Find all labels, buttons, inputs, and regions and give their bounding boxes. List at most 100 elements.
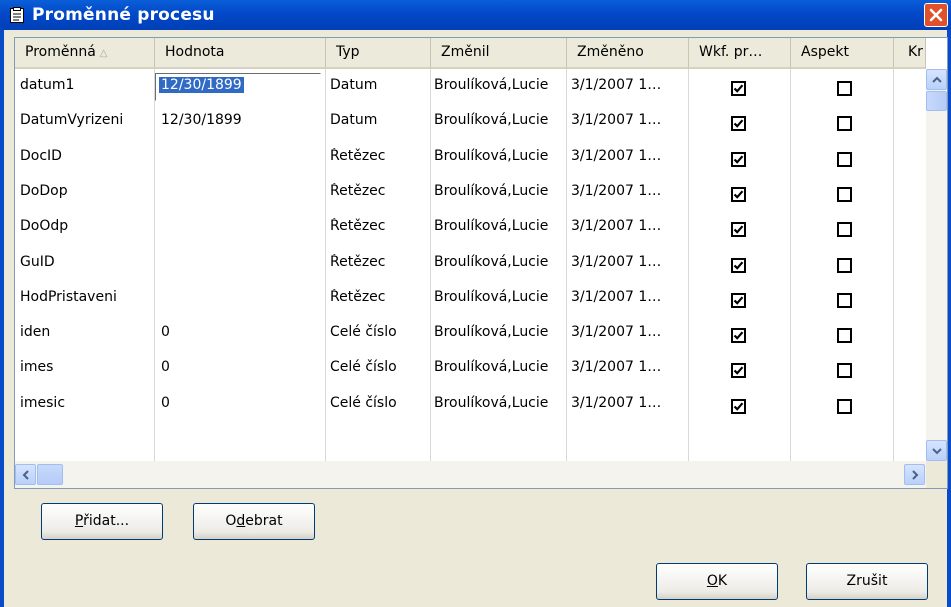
cell-type[interactable]: Řetězec [330, 289, 385, 305]
checkbox-aspect[interactable] [837, 399, 852, 414]
cell-changed-by[interactable]: Broulíková,Lucie [434, 112, 548, 128]
checkbox-workflow[interactable] [731, 152, 746, 167]
cell-type[interactable]: Řetězec [330, 254, 385, 270]
checkbox-workflow[interactable] [731, 293, 746, 308]
checkbox-workflow[interactable] [731, 187, 746, 202]
cell-type[interactable]: Řetězec [330, 218, 385, 234]
cell-value[interactable]: 12/30/1899 [161, 112, 242, 128]
cell-variable-name[interactable]: DocID [20, 148, 62, 164]
cell-variable-name[interactable]: DatumVyrizeni [20, 112, 123, 128]
checkbox-workflow[interactable] [731, 258, 746, 273]
cell-type[interactable]: Celé číslo [330, 359, 397, 375]
checkmark-icon [733, 366, 744, 375]
cell-value[interactable]: 0 [161, 359, 170, 375]
checkbox-aspect[interactable] [837, 81, 852, 96]
grid-line [154, 69, 155, 461]
cell-type[interactable]: Datum [330, 112, 377, 128]
add-button[interactable]: Přidat... [41, 503, 163, 540]
checkbox-aspect[interactable] [837, 116, 852, 131]
cell-changed-by[interactable]: Broulíková,Lucie [434, 324, 548, 340]
cell-variable-name[interactable]: iden [20, 324, 50, 340]
checkbox-workflow[interactable] [731, 222, 746, 237]
cell-changed[interactable]: 3/1/2007 1… [571, 77, 661, 93]
column-header-changed[interactable]: Změněno [567, 38, 689, 69]
checkbox-aspect[interactable] [837, 258, 852, 273]
vertical-scrollbar[interactable] [926, 69, 947, 461]
cell-type[interactable]: Celé číslo [330, 395, 397, 411]
remove-button[interactable]: Odebrat [193, 503, 315, 540]
column-header-aspect[interactable]: Aspekt [791, 38, 894, 69]
grid-line [790, 69, 791, 461]
cell-changed[interactable]: 3/1/2007 1… [571, 183, 661, 199]
cancel-button[interactable]: Zrušit [806, 563, 928, 600]
checkbox-workflow[interactable] [731, 116, 746, 131]
cell-type[interactable]: Řetězec [330, 183, 385, 199]
checkbox-workflow[interactable] [731, 399, 746, 414]
close-button[interactable] [924, 3, 948, 27]
scroll-right-button[interactable] [904, 464, 925, 485]
cell-changed-by[interactable]: Broulíková,Lucie [434, 254, 548, 270]
clipboard-icon [10, 7, 24, 23]
column-header-value[interactable]: Hodnota [155, 38, 326, 69]
checkmark-icon [733, 190, 744, 199]
cell-changed-by[interactable]: Broulíková,Lucie [434, 289, 548, 305]
checkbox-aspect[interactable] [837, 328, 852, 343]
cell-value[interactable]: 0 [161, 395, 170, 411]
cell-changed[interactable]: 3/1/2007 1… [571, 112, 661, 128]
cell-changed[interactable]: 3/1/2007 1… [571, 218, 661, 234]
title-bar[interactable]: Proměnné procesu [0, 0, 951, 30]
checkbox-workflow[interactable] [731, 81, 746, 96]
column-header-changed-by[interactable]: Změnil [431, 38, 567, 69]
cell-variable-name[interactable]: datum1 [20, 77, 74, 93]
cell-changed-by[interactable]: Broulíková,Lucie [434, 77, 548, 93]
cell-changed[interactable]: 3/1/2007 1… [571, 359, 661, 375]
cell-value[interactable]: 0 [161, 324, 170, 340]
cell-changed-by[interactable]: Broulíková,Lucie [434, 218, 548, 234]
chevron-left-icon [22, 470, 29, 480]
checkbox-workflow[interactable] [731, 328, 746, 343]
cell-value[interactable]: 12/30/1899 [159, 77, 244, 93]
cell-variable-name[interactable]: GuID [20, 254, 55, 270]
checkbox-aspect[interactable] [837, 152, 852, 167]
cell-changed[interactable]: 3/1/2007 1… [571, 395, 661, 411]
scroll-down-button[interactable] [926, 440, 947, 461]
checkmark-icon [733, 225, 744, 234]
variables-grid[interactable]: Proměnná △ Hodnota Typ Změnil Změněno Wkf… [14, 37, 948, 489]
cell-variable-name[interactable]: DoDop [20, 183, 68, 199]
checkbox-aspect[interactable] [837, 187, 852, 202]
cell-changed[interactable]: 3/1/2007 1… [571, 289, 661, 305]
cell-variable-name[interactable]: imesic [20, 395, 65, 411]
cell-type[interactable]: Celé číslo [330, 324, 397, 340]
grid-line [688, 69, 689, 461]
checkbox-aspect[interactable] [837, 222, 852, 237]
column-header-kr[interactable]: Kr [894, 38, 926, 69]
checkbox-workflow[interactable] [731, 363, 746, 378]
scroll-left-button[interactable] [15, 464, 36, 485]
grid-line [430, 69, 431, 461]
cell-changed[interactable]: 3/1/2007 1… [571, 254, 661, 270]
checkmark-icon [733, 119, 744, 128]
cell-changed-by[interactable]: Broulíková,Lucie [434, 359, 548, 375]
ok-button[interactable]: OK [656, 563, 778, 600]
chevron-right-icon [912, 470, 919, 480]
window-title: Proměnné procesu [32, 5, 215, 25]
cell-variable-name[interactable]: imes [20, 359, 53, 375]
cell-changed-by[interactable]: Broulíková,Lucie [434, 148, 548, 164]
column-header-variable[interactable]: Proměnná △ [15, 38, 155, 69]
cell-type[interactable]: Řetězec [330, 148, 385, 164]
checkbox-aspect[interactable] [837, 293, 852, 308]
cell-changed[interactable]: 3/1/2007 1… [571, 324, 661, 340]
cell-changed[interactable]: 3/1/2007 1… [571, 148, 661, 164]
cell-variable-name[interactable]: HodPristaveni [20, 289, 117, 305]
cell-type[interactable]: Datum [330, 77, 377, 93]
column-header-type[interactable]: Typ [326, 38, 431, 69]
cell-changed-by[interactable]: Broulíková,Lucie [434, 183, 548, 199]
cell-variable-name[interactable]: DoOdp [20, 218, 68, 234]
cell-changed-by[interactable]: Broulíková,Lucie [434, 395, 548, 411]
horizontal-scroll-thumb[interactable] [37, 464, 63, 485]
horizontal-scrollbar[interactable] [15, 461, 926, 488]
column-header-workflow[interactable]: Wkf. pr… [689, 38, 791, 69]
checkbox-aspect[interactable] [837, 363, 852, 378]
scroll-up-button[interactable] [926, 69, 947, 90]
vertical-scroll-thumb[interactable] [926, 91, 947, 111]
